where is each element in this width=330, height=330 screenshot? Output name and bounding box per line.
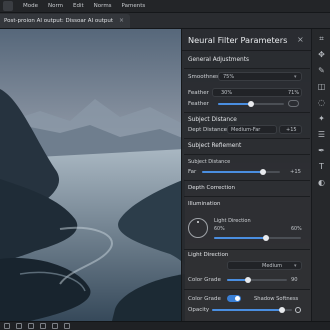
feather-right-value: 71% [288, 90, 300, 96]
divider [184, 289, 310, 290]
light-direction-label: Light Direction [214, 218, 251, 224]
color-grade-value: 90 [291, 277, 298, 283]
right-toolbar: ⌗ ✥ ✎ ◫ ◌ ✦ ☰ ✒ T ◐ [311, 29, 330, 321]
general-adjustments-heading: General Adjustments [188, 57, 249, 63]
crop-icon[interactable]: ⌗ [316, 33, 327, 44]
status-icon[interactable] [16, 323, 22, 329]
opacity-slider-fill [212, 309, 282, 311]
divider [184, 196, 310, 197]
chevron-down-icon: ▾ [294, 74, 297, 80]
menu-edit[interactable]: Edit [73, 3, 84, 9]
text-icon[interactable]: T [316, 161, 327, 172]
chevron-down-icon: ▾ [294, 263, 297, 269]
panel-title: Neural Filter Parameters [188, 34, 288, 45]
far-label: Far [188, 169, 197, 175]
menu-bar: Mode Norm Edit Norms Paments [0, 0, 330, 13]
subject-refinement-heading: Subject Refiement [188, 143, 242, 149]
app-icon[interactable] [3, 1, 13, 11]
tab-label: Post-proion AI output: Dissoar AI output [4, 17, 114, 24]
pen-icon[interactable]: ✒ [316, 145, 327, 156]
panel-header: Neural Filter Parameters [182, 29, 311, 51]
depth-correction-heading[interactable]: Depth Correction [188, 185, 235, 191]
depth-distance-label: Dept Distance [188, 127, 228, 133]
color-grade-slider-knob[interactable] [245, 277, 251, 283]
light-direction-slider-knob[interactable] [263, 235, 269, 241]
status-icon[interactable] [64, 323, 70, 329]
smoothness-value: 75% [223, 74, 235, 80]
feather2-label: Feather [188, 101, 209, 107]
magic-wand-icon[interactable]: ✦ [316, 113, 327, 124]
document-tab[interactable]: Post-proion AI output: Dissoar AI output… [0, 13, 131, 28]
light-direction-value: Medium [262, 263, 282, 269]
status-icon[interactable] [28, 323, 34, 329]
feather-label: Feather [188, 90, 209, 96]
subject-distance-heading: Subject Distance [188, 117, 237, 123]
menu-norm[interactable]: Norm [48, 3, 63, 9]
depth-distance-value: Medium-Far [231, 127, 261, 133]
feather-slider-knob[interactable] [248, 101, 254, 107]
status-icon[interactable] [52, 323, 58, 329]
light-direction-slider-fill [214, 237, 266, 239]
layers-icon[interactable]: ☰ [316, 129, 327, 140]
opacity-slider-knob[interactable] [279, 307, 285, 313]
far-value: +15 [290, 169, 301, 175]
subject-distance-label: Subject Distance [188, 159, 231, 165]
light-direction-dial[interactable] [188, 218, 208, 238]
eraser-icon[interactable]: ◫ [316, 81, 327, 92]
toggle-knob [235, 296, 240, 301]
smoothness-label: Smoothness [188, 74, 222, 80]
tab-bar: Post-proion AI output: Dissoar AI output… [0, 13, 330, 29]
light-direction-heading: Light Direction [188, 252, 229, 258]
divider [184, 154, 310, 155]
opacity-label: Opacity [188, 307, 210, 313]
status-icon[interactable] [4, 323, 10, 329]
feather-left-value: 30% [221, 90, 233, 96]
divider [184, 112, 310, 113]
color-grade-toggle[interactable] [227, 295, 241, 302]
menu-paments[interactable]: Paments [122, 3, 146, 9]
brush-icon[interactable]: ✎ [316, 65, 327, 76]
shadow-softness-label: Shadow Softness [254, 296, 299, 302]
far-slider-knob[interactable] [260, 169, 266, 175]
color-grade-label: Color Grade [188, 277, 221, 283]
divider [184, 180, 310, 181]
illumination-heading: Illumination [188, 201, 221, 207]
divider [184, 138, 310, 139]
dial-marker [197, 221, 199, 223]
feather-slider-fill [218, 103, 251, 105]
feather-toggle[interactable] [288, 100, 299, 107]
lasso-icon[interactable]: ◌ [316, 97, 327, 108]
tab-close-icon[interactable]: × [119, 17, 124, 24]
light-left-pct: 60% [214, 227, 225, 232]
opacity-reset-icon[interactable] [295, 307, 301, 313]
divider [184, 68, 310, 69]
depth-distance-number: +15 [286, 127, 297, 133]
neural-filter-panel: Neural Filter Parameters × General Adjus… [181, 29, 311, 321]
far-slider-fill [202, 171, 263, 173]
status-icon[interactable] [40, 323, 46, 329]
menu-mode[interactable]: Mode [23, 3, 38, 9]
adjust-icon[interactable]: ◐ [316, 177, 327, 188]
menu-norms[interactable]: Norms [94, 3, 112, 9]
color-grade-toggle-label: Color Grade [188, 296, 221, 302]
panel-close-icon[interactable]: × [297, 36, 305, 44]
light-right-pct: 60% [291, 227, 302, 232]
status-bar [0, 321, 330, 330]
move-icon[interactable]: ✥ [316, 49, 327, 60]
divider [184, 249, 310, 250]
